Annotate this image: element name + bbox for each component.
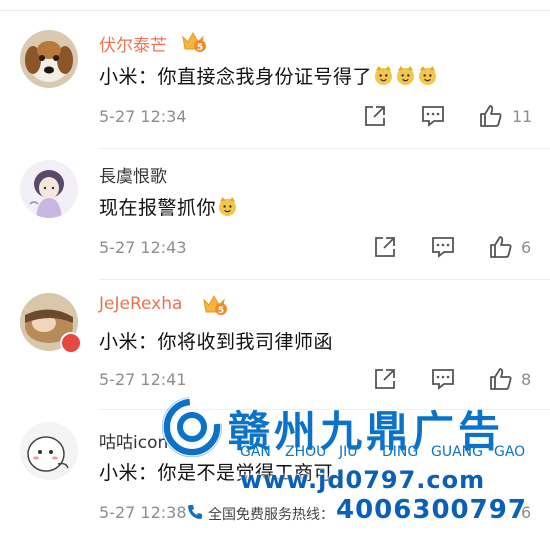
comment-icon[interactable]: [420, 103, 446, 129]
svg-text:5: 5: [197, 43, 203, 53]
share-icon[interactable]: [372, 234, 398, 260]
comment-text: 现在报警抓你: [99, 193, 238, 220]
svg-text:5: 5: [218, 306, 224, 316]
watermark-pinyin: JIU: [339, 444, 358, 460]
verified-badge-icon: [60, 332, 82, 354]
like-count: 11: [512, 107, 533, 126]
comment-text-label: 小米：你直接念我身份证号得了: [99, 66, 373, 88]
divider: [99, 148, 550, 149]
phone-icon: [188, 505, 202, 519]
like-count: 6: [521, 238, 532, 257]
avatar[interactable]: [20, 30, 78, 88]
username[interactable]: 伏尔泰芒: [99, 31, 167, 56]
comment-text-label: 小米：你将收到我司律师函: [99, 331, 334, 353]
username[interactable]: JeJeRexha: [99, 294, 182, 314]
watermark-phone: 4006300797: [336, 495, 527, 525]
watermark-pinyin: GUANG: [431, 444, 483, 460]
comment-time: 5-27 12:34: [99, 107, 187, 126]
avatar[interactable]: [20, 160, 78, 218]
like-icon[interactable]: [488, 234, 514, 260]
watermark-logo-icon: [162, 397, 222, 457]
doge-emoji-icon: [396, 65, 415, 86]
doge-emoji-icon: [374, 65, 393, 86]
vip-crown-icon: 5: [182, 31, 206, 53]
watermark-pinyin: DING: [382, 444, 419, 460]
watermark-pinyin: GAN: [240, 444, 271, 460]
comment-text-label: 现在报警抓你: [99, 197, 217, 219]
divider: [99, 279, 550, 280]
vip-crown-icon: 5: [203, 294, 227, 316]
watermark-url: www.jd0797.com: [240, 466, 486, 494]
username[interactable]: 長虞恨歌: [99, 162, 167, 187]
comment-icon[interactable]: [430, 234, 456, 260]
doge-emoji-icon: [418, 65, 437, 86]
top-divider: [0, 0, 550, 11]
watermark-pinyin: ZHOU: [285, 444, 327, 460]
comment-time: 5-27 12:43: [99, 238, 187, 257]
watermark-pinyin: GAO: [494, 444, 526, 460]
comment-text: 小米：你将收到我司律师函: [99, 327, 333, 354]
doge-emoji-icon: [218, 196, 237, 217]
watermark-hotline-label: 全国免费服务热线：: [208, 507, 334, 523]
share-icon[interactable]: [362, 103, 388, 129]
like-icon[interactable]: [478, 103, 504, 129]
comment-text: 小米：你直接念我身份证号得了: [99, 62, 438, 89]
